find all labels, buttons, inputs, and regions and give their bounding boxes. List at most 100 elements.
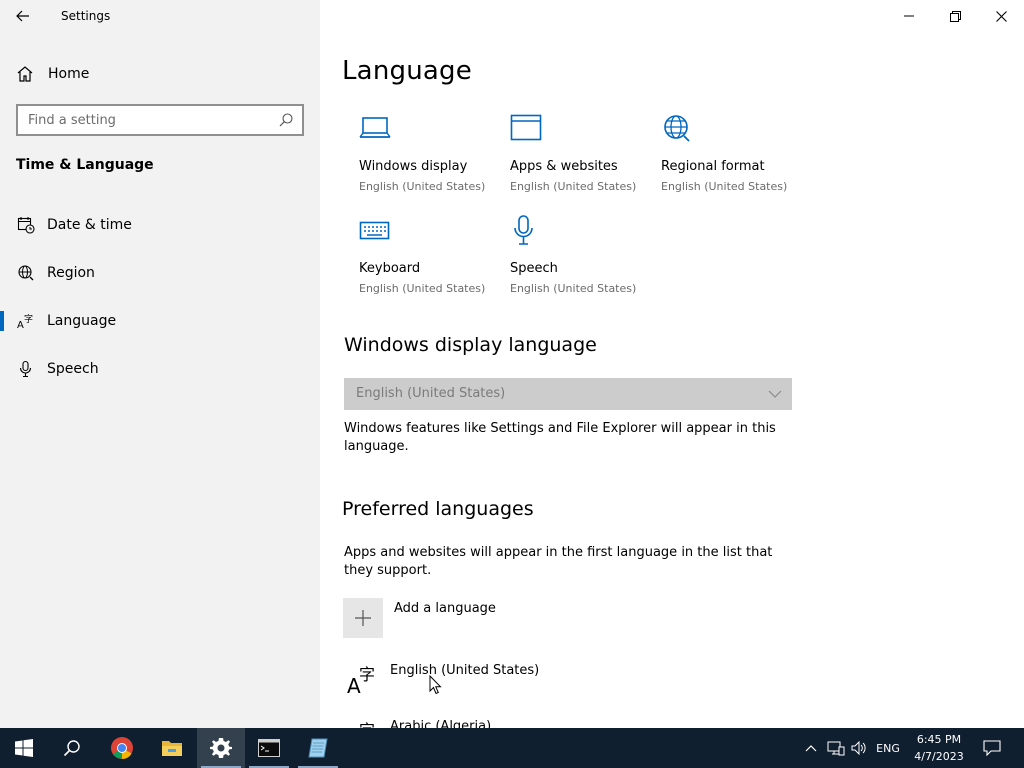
add-language-label: Add a language [394, 601, 496, 616]
language-item-english[interactable]: A字 English (United States) [344, 660, 644, 700]
chevron-down-icon [768, 390, 782, 398]
plus-icon [343, 598, 383, 638]
preferred-languages-heading: Preferred languages [342, 498, 534, 520]
tile-name: Speech [510, 261, 558, 276]
chevron-up-icon [805, 745, 817, 752]
section-title: Time & Language [16, 157, 154, 173]
tile-name: Keyboard [359, 261, 421, 276]
language-icon: A字 [347, 665, 375, 696]
laptop-icon [359, 117, 391, 138]
settings-icon [210, 738, 232, 758]
sidebar-item-speech[interactable]: Speech [0, 349, 320, 389]
minimize-icon [904, 15, 914, 17]
taskbar-settings[interactable] [197, 728, 245, 768]
tile-apps-websites[interactable]: Apps & websites English (United States) [510, 112, 650, 202]
restore-button[interactable] [932, 0, 978, 32]
tile-name: Regional format [661, 159, 765, 174]
tile-keyboard[interactable]: Keyboard English (United States) [359, 214, 499, 304]
search-icon[interactable] [278, 112, 294, 128]
svg-text:字: 字 [24, 313, 33, 325]
minimize-button[interactable] [886, 0, 932, 32]
language-name: English (United States) [390, 663, 540, 678]
language-icon: A字 [359, 721, 375, 728]
notification-icon [983, 740, 1001, 756]
microphone-icon [16, 359, 36, 379]
back-button[interactable] [10, 4, 36, 28]
input-language-indicator[interactable]: ENG [872, 728, 904, 768]
home-nav-item[interactable]: Home [16, 62, 89, 86]
start-icon [15, 739, 33, 757]
close-icon [995, 10, 1007, 22]
tile-subtitle: English (United States) [510, 180, 637, 193]
sidebar-item-label: Date & time [47, 217, 132, 233]
action-center-button[interactable] [978, 728, 1006, 768]
language-icon: A字 [16, 311, 36, 331]
calendar-clock-icon [16, 215, 36, 235]
tile-subtitle: English (United States) [359, 180, 486, 193]
taskbar: ENG 6:45 PM 4/7/2023 [0, 728, 1024, 768]
dropdown-value: English (United States) [356, 386, 506, 401]
language-item-arabic[interactable]: A字 Arabic (Algeria) [344, 716, 644, 728]
clock-time: 6:45 PM [916, 733, 962, 746]
display-language-dropdown[interactable]: English (United States) [344, 378, 792, 410]
title-bar: Settings [0, 0, 320, 32]
page-title: Language [342, 56, 472, 86]
globe-icon [16, 263, 36, 283]
file-explorer-icon [162, 741, 182, 756]
taskbar-chrome[interactable] [98, 728, 146, 768]
taskbar-terminal[interactable] [245, 728, 293, 768]
tile-subtitle: English (United States) [359, 282, 486, 295]
tile-windows-display[interactable]: Windows display English (United States) [359, 112, 499, 202]
network-icon [827, 741, 845, 756]
taskbar-file-explorer[interactable] [148, 728, 196, 768]
svg-text:字: 字 [359, 721, 375, 728]
selection-indicator [0, 311, 4, 331]
preferred-languages-description: Apps and websites will appear in the fir… [344, 545, 773, 578]
terminal-icon [258, 739, 280, 757]
speaker-icon [851, 741, 866, 755]
sidebar-item-label: Speech [47, 361, 99, 377]
sidebar-item-label: Language [47, 313, 117, 329]
browser-window-icon [510, 114, 542, 141]
chrome-icon [111, 737, 133, 759]
sidebar-item-language[interactable]: A字 Language [0, 301, 320, 341]
sidebar-item-region[interactable]: Region [0, 253, 320, 293]
display-language-heading: Windows display language [344, 334, 597, 356]
mouse-cursor-icon [429, 675, 442, 695]
tile-subtitle: English (United States) [510, 282, 637, 295]
network-tray-button[interactable] [824, 728, 848, 768]
keyboard-icon [359, 221, 390, 240]
main-content: Language Windows display English (United… [320, 0, 1024, 728]
volume-tray-button[interactable] [848, 728, 870, 768]
sidebar: Settings Home Time & Language Date & tim… [0, 0, 320, 728]
globe-icon [664, 115, 690, 142]
settings-window: Settings Home Time & Language Date & tim… [0, 0, 1024, 768]
search-box[interactable] [16, 104, 304, 136]
show-hidden-icons-button[interactable] [800, 728, 822, 768]
restore-icon [949, 10, 961, 22]
tile-regional-format[interactable]: Regional format English (United States) [661, 112, 801, 202]
tile-subtitle: English (United States) [661, 180, 788, 193]
search-icon [63, 740, 80, 757]
clock[interactable]: 6:45 PM 4/7/2023 [908, 731, 970, 765]
display-language-description: Windows features like Settings and File … [344, 421, 776, 454]
start-button[interactable] [0, 728, 48, 768]
add-language-button[interactable]: Add a language [343, 598, 496, 638]
search-input[interactable] [18, 106, 268, 134]
language-name: Arabic (Algeria) [390, 719, 492, 728]
close-button[interactable] [978, 0, 1024, 32]
taskbar-notepad[interactable] [294, 728, 342, 768]
svg-text:字: 字 [359, 665, 375, 684]
svg-text:A: A [17, 320, 24, 330]
back-arrow-icon [16, 10, 29, 22]
notepad-icon [308, 738, 328, 758]
home-icon [17, 66, 33, 82]
sidebar-item-date-time[interactable]: Date & time [0, 205, 320, 245]
taskbar-search-button[interactable] [48, 728, 96, 768]
tile-speech[interactable]: Speech English (United States) [510, 214, 650, 304]
app-title: Settings [61, 9, 111, 23]
microphone-icon [514, 215, 533, 245]
tile-name: Apps & websites [510, 159, 618, 174]
home-label: Home [48, 66, 90, 82]
sidebar-item-label: Region [47, 265, 95, 281]
